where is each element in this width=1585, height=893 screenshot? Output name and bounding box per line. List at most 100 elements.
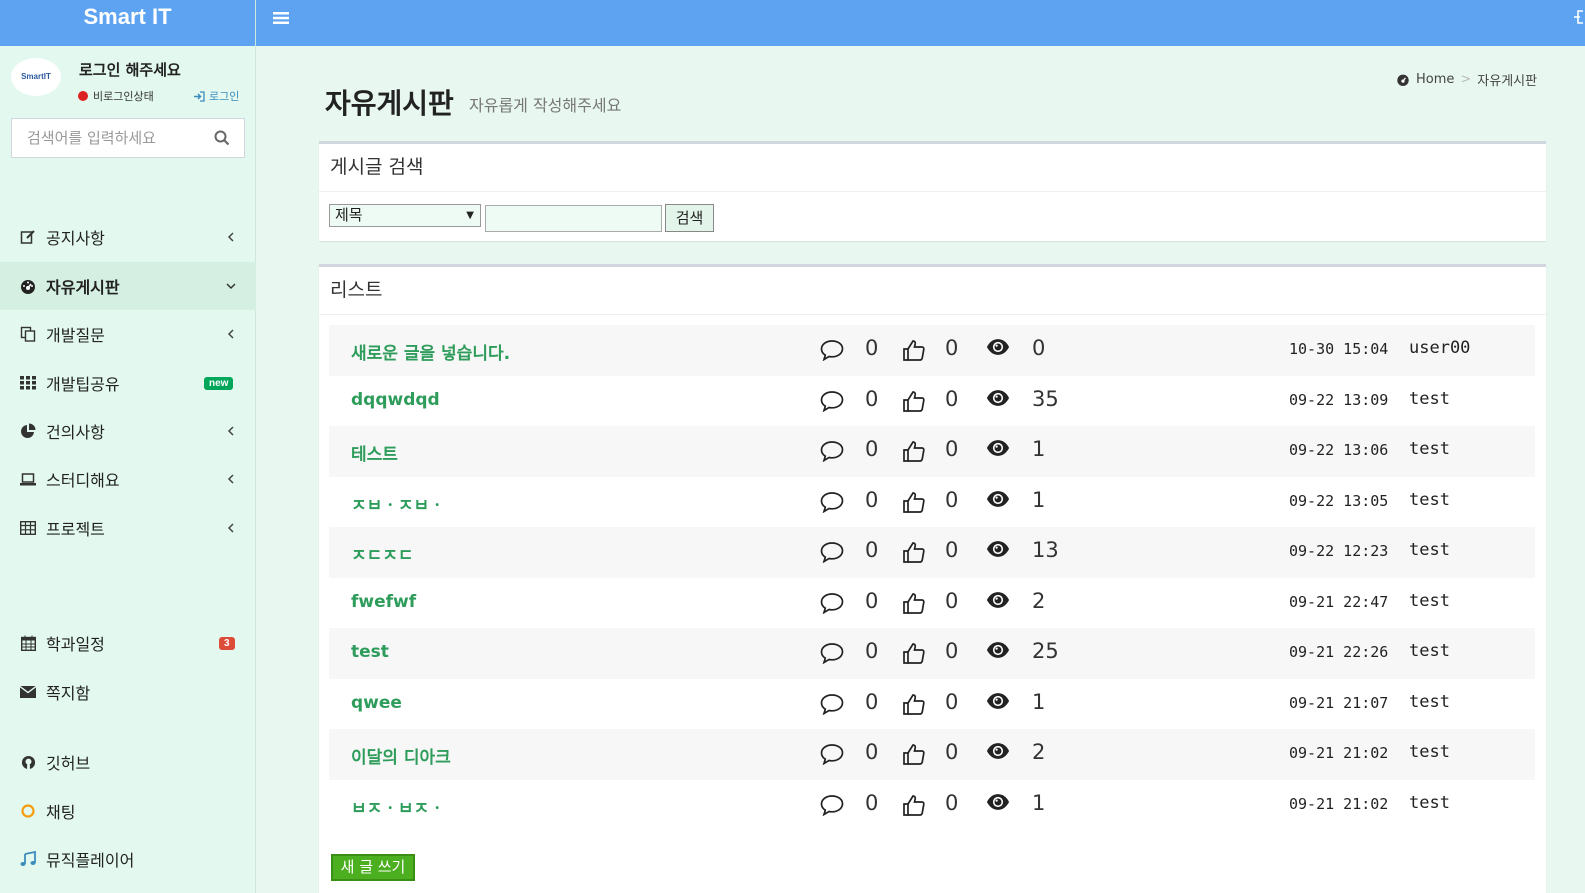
chevron-left-icon — [227, 426, 234, 436]
post-author[interactable]: test — [1409, 389, 1450, 409]
comment-icon — [820, 693, 844, 715]
thumbs-up-icon — [903, 340, 925, 361]
like-count: 0 — [945, 639, 959, 663]
thumbs-up-icon — [903, 542, 925, 563]
view-count: 0 — [1032, 336, 1046, 360]
github-icon — [19, 753, 37, 771]
like-count: 0 — [945, 487, 959, 512]
sidebar-item-label: 자유게시판 — [46, 278, 120, 297]
sidebar-item-free-board[interactable]: 자유게시판 — [0, 262, 256, 310]
thumbs-up-icon — [903, 794, 925, 816]
sign-out-icon[interactable] — [1573, 8, 1585, 26]
post-date: 09-22 12:23 — [1289, 542, 1389, 560]
post-author[interactable]: test — [1409, 540, 1450, 560]
comment-count: 0 — [865, 538, 879, 562]
post-title[interactable]: dqqwdqd — [351, 390, 440, 410]
post-author[interactable]: test — [1409, 793, 1450, 813]
breadcrumb-home[interactable]: Home — [1416, 72, 1454, 87]
post-row[interactable]: test 0 0 25 09-21 22:26 test — [329, 628, 1535, 679]
post-author[interactable]: test — [1409, 692, 1450, 712]
post-row[interactable]: 새로운 글을 넣습니다. 0 0 0 10-30 15:04 user00 — [329, 325, 1535, 376]
sidebar-item-chat[interactable]: 채팅 — [0, 787, 256, 835]
comment-count: 0 — [865, 336, 879, 360]
post-title[interactable]: 테스트 — [351, 440, 398, 465]
search-keyword-input[interactable] — [485, 205, 662, 232]
view-count: 13 — [1032, 538, 1059, 562]
avatar: SmartIT — [11, 58, 61, 96]
post-row[interactable]: 이달의 디아크 0 0 2 09-21 21:02 test — [329, 729, 1535, 780]
login-link[interactable]: 로그인 — [193, 88, 239, 104]
view-count: 1 — [1032, 437, 1046, 461]
sidebar-item-label: 쪽지함 — [46, 684, 91, 703]
post-date: 09-21 22:26 — [1289, 643, 1389, 661]
like-count: 0 — [945, 437, 959, 461]
copy-icon — [19, 325, 37, 343]
comment-icon — [820, 340, 844, 361]
post-author[interactable]: test — [1409, 591, 1450, 611]
search-field-select[interactable]: 제목 ▼ — [329, 204, 481, 227]
post-title[interactable]: ㅈㅂㆍㅈㅂㆍ — [351, 491, 445, 516]
sidebar-item-schedule[interactable]: 학과일정 3 — [0, 619, 256, 667]
post-row[interactable]: qwee 0 0 1 09-21 21:07 test — [329, 679, 1535, 730]
post-date: 09-22 13:05 — [1289, 491, 1389, 510]
post-author[interactable]: test — [1409, 641, 1450, 661]
post-author[interactable]: test — [1409, 490, 1450, 510]
eye-icon — [986, 490, 1010, 507]
breadcrumb-separator: > — [1460, 72, 1472, 87]
divider — [319, 314, 1546, 315]
sidebar-item-music-player[interactable]: 뮤직플레이어 — [0, 835, 256, 883]
sidebar-item-label: 개발질문 — [46, 326, 105, 345]
post-title[interactable]: fwefwf — [351, 592, 416, 612]
eye-icon — [986, 339, 1010, 355]
post-row[interactable]: 테스트 0 0 1 09-22 13:06 test — [329, 426, 1535, 477]
sidebar-item-label: 프로젝트 — [46, 520, 105, 539]
like-count: 0 — [945, 689, 959, 714]
post-row[interactable]: ㅈㄷㅈㄷ 0 0 13 09-22 12:23 test — [329, 527, 1535, 578]
sidebar-item-label: 스터디해요 — [46, 471, 120, 490]
write-post-button[interactable]: 새 글 쓰기 — [331, 854, 415, 881]
post-title[interactable]: ㅈㄷㅈㄷ — [351, 541, 414, 566]
like-count: 0 — [945, 790, 959, 815]
post-title[interactable]: ㅂㅈㆍㅂㅈㆍ — [351, 794, 445, 819]
like-count: 0 — [945, 386, 959, 411]
sign-in-icon — [194, 90, 205, 102]
sidebar-item-notice[interactable]: 공지사항 — [0, 213, 256, 261]
post-title[interactable]: test — [351, 642, 389, 662]
post-row[interactable]: dqqwdqd 0 0 35 09-22 13:09 test — [329, 376, 1535, 427]
post-title[interactable]: 이달의 디아크 — [351, 743, 451, 768]
hamburger-menu-icon[interactable] — [273, 11, 289, 25]
post-list: 새로운 글을 넣습니다. 0 0 0 10-30 15:04 user00 dq… — [329, 325, 1535, 830]
sidebar-item-messages[interactable]: 쪽지함 — [0, 668, 256, 716]
user-panel: SmartIT 로그인 해주세요 비로그인상태 로그인 — [0, 46, 255, 112]
sidebar-item-suggestions[interactable]: 건의사항 — [0, 407, 256, 455]
post-author[interactable]: test — [1409, 439, 1450, 459]
post-date: 09-21 21:02 — [1289, 794, 1389, 813]
dashboard-icon — [19, 277, 37, 295]
post-row[interactable]: fwefwf 0 0 2 09-21 22:47 test — [329, 578, 1535, 629]
comment-count: 0 — [865, 437, 879, 461]
sidebar-search-input[interactable] — [12, 119, 202, 157]
table-icon — [19, 519, 37, 537]
sidebar-item-study[interactable]: 스터디해요 — [0, 455, 256, 503]
post-title[interactable]: 새로운 글을 넣습니다. — [351, 339, 510, 364]
brand-logo[interactable]: Smart IT — [0, 0, 255, 46]
post-row[interactable]: ㅈㅂㆍㅈㅂㆍ 0 0 1 09-22 13:05 test — [329, 477, 1535, 528]
sidebar-item-dev-question[interactable]: 개발질문 — [0, 310, 256, 358]
edit-icon — [19, 228, 37, 246]
comment-icon — [820, 592, 844, 614]
comment-count: 0 — [865, 740, 879, 764]
search-button[interactable]: 검색 — [665, 204, 714, 232]
thumbs-up-icon — [903, 693, 925, 715]
pie-chart-icon — [19, 422, 37, 440]
sidebar-item-project[interactable]: 프로젝트 — [0, 504, 256, 552]
sidebar-item-dev-tips[interactable]: 개발팁공유 new — [0, 359, 256, 407]
thumbs-up-icon — [903, 643, 925, 664]
post-row[interactable]: ㅂㅈㆍㅂㅈㆍ 0 0 1 09-21 21:02 test — [329, 780, 1535, 831]
thumbs-up-icon — [903, 441, 925, 462]
post-author[interactable]: test — [1409, 742, 1450, 762]
count-badge: 3 — [219, 636, 235, 650]
post-author[interactable]: user00 — [1409, 338, 1470, 358]
search-icon[interactable] — [214, 130, 230, 146]
sidebar-item-github[interactable]: 깃허브 — [0, 738, 256, 786]
post-title[interactable]: qwee — [351, 693, 402, 713]
